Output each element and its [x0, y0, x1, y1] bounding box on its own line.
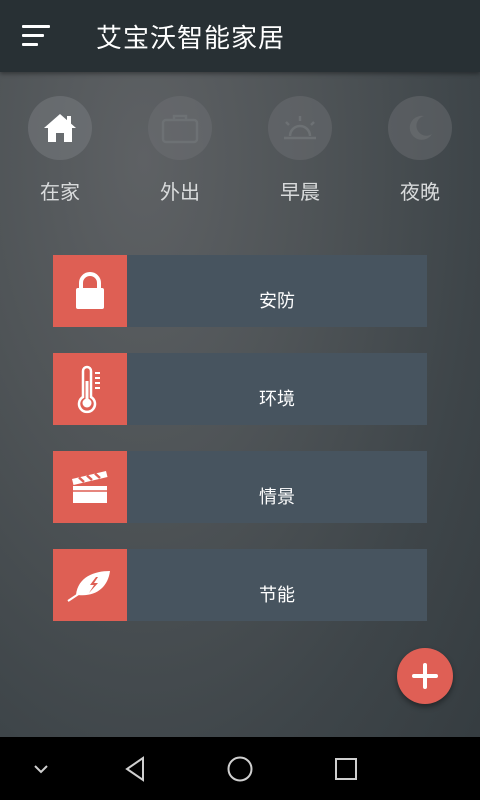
- mode-circle: [268, 96, 332, 160]
- card-label: 节能: [259, 585, 295, 606]
- mode-away[interactable]: 外出: [130, 96, 230, 216]
- feature-list: 安防 环境 情景 节能: [53, 255, 427, 647]
- briefcase-icon: [161, 114, 199, 144]
- mode-circle: [148, 96, 212, 160]
- app-title: 艾宝沃智能家居: [96, 24, 286, 54]
- hide-nav-button[interactable]: [24, 737, 58, 800]
- mode-circle: [388, 96, 452, 160]
- card-label: 环境: [259, 389, 295, 410]
- mode-label: 早晨: [280, 180, 320, 204]
- lock-icon: [76, 272, 104, 309]
- mode-label: 在家: [40, 180, 80, 204]
- card-label: 情景: [259, 487, 295, 508]
- card-icon-box: [53, 451, 127, 523]
- app-bar: 艾宝沃智能家居: [0, 0, 480, 72]
- thermometer-icon: [77, 365, 100, 414]
- back-button[interactable]: [115, 737, 155, 800]
- mode-label: 夜晚: [400, 180, 440, 204]
- card-label: 安防: [259, 291, 295, 312]
- card-energy-saving[interactable]: 节能: [53, 549, 427, 621]
- mode-label: 外出: [160, 180, 200, 204]
- card-security[interactable]: 安防: [53, 255, 427, 327]
- card-icon-box: [53, 255, 127, 327]
- mode-circle: [28, 96, 92, 160]
- home-button[interactable]: [220, 737, 260, 800]
- recent-apps-button[interactable]: [326, 737, 366, 800]
- mode-night[interactable]: 夜晚: [370, 96, 470, 216]
- home-icon: [44, 114, 76, 142]
- mode-morning[interactable]: 早晨: [250, 96, 350, 216]
- add-button[interactable]: [397, 648, 453, 704]
- clapperboard-icon: [72, 471, 108, 503]
- sunrise-icon: [284, 116, 316, 140]
- plus-icon: [412, 663, 438, 689]
- mode-at-home[interactable]: 在家: [10, 96, 110, 216]
- leaf-bolt-icon: [67, 571, 110, 602]
- chevron-down-icon: [34, 764, 48, 773]
- moon-icon: [409, 115, 432, 140]
- menu-icon[interactable]: [22, 24, 52, 48]
- system-nav-bar: [0, 737, 480, 800]
- card-icon-box: [53, 353, 127, 425]
- card-scene[interactable]: 情景: [53, 451, 427, 523]
- card-environment[interactable]: 环境: [53, 353, 427, 425]
- card-icon-box: [53, 549, 127, 621]
- recent-apps-icon: [335, 757, 357, 780]
- mode-selector: 在家 外出 早晨 夜晚: [0, 96, 480, 216]
- app-screen: 艾宝沃智能家居 在家 外出 早晨 夜晚 安防 环境 情景 节能: [0, 0, 480, 800]
- back-icon: [125, 755, 144, 782]
- home-circle-icon: [227, 756, 253, 781]
